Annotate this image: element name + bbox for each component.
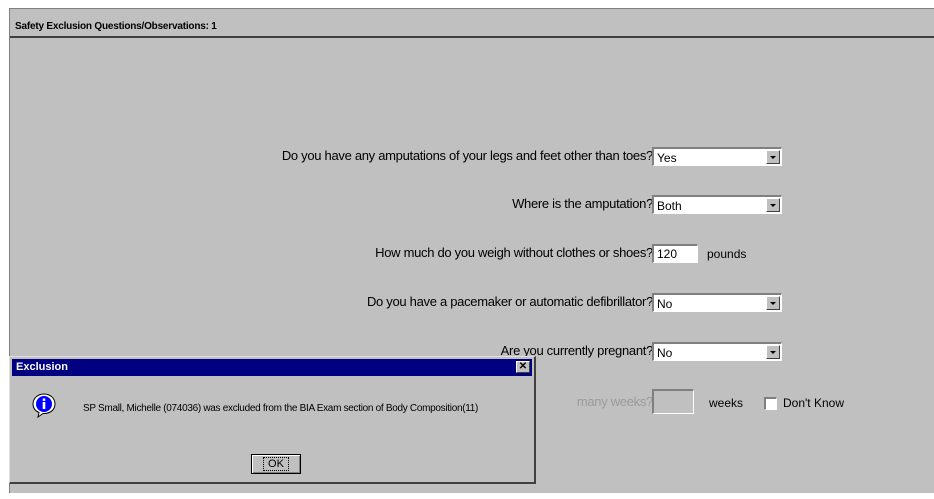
amputation-location-value: Both <box>657 199 682 213</box>
question-amputation-location-label: Where is the amputation? <box>512 196 653 211</box>
pacemaker-value: No <box>657 297 673 311</box>
question-amputations-label: Do you have any amputations of your legs… <box>281 148 653 163</box>
chevron-down-icon[interactable] <box>766 150 780 164</box>
info-icon <box>32 393 56 418</box>
dont-know-label: Don't Know <box>783 396 844 410</box>
pacemaker-dropdown[interactable]: No <box>652 293 782 312</box>
question-pacemaker-label: Do you have a pacemaker or automatic def… <box>366 294 653 309</box>
weeks-unit: weeks <box>709 396 744 410</box>
chevron-down-icon[interactable] <box>766 345 780 359</box>
pregnant-dropdown[interactable]: No <box>652 342 782 361</box>
weight-unit: pounds <box>707 247 747 261</box>
weight-input[interactable]: 120 <box>652 244 698 263</box>
exclusion-dialog: Exclusion ✕ SP Small, Michelle (074036) … <box>9 356 536 484</box>
chevron-down-icon[interactable] <box>766 296 780 310</box>
panel-title: Safety Exclusion Questions/Observations:… <box>15 21 217 32</box>
pregnant-value: No <box>657 346 673 360</box>
ok-button[interactable]: OK <box>251 454 301 474</box>
dialog-titlebar[interactable]: Exclusion ✕ <box>12 359 532 376</box>
close-icon[interactable]: ✕ <box>516 361 530 373</box>
ok-button-label: OK <box>263 457 289 471</box>
dont-know-checkbox[interactable] <box>764 397 777 410</box>
weeks-input[interactable] <box>652 389 694 414</box>
dialog-message: SP Small, Michelle (074036) was excluded… <box>83 403 479 414</box>
question-weeks-label: many weeks? <box>576 394 653 409</box>
title-divider <box>10 36 934 38</box>
dialog-title: Exclusion <box>16 361 68 373</box>
chevron-down-icon[interactable] <box>766 198 780 212</box>
question-weight-label: How much do you weigh without clothes or… <box>375 245 653 260</box>
amputations-dropdown[interactable]: Yes <box>652 147 782 166</box>
amputation-location-dropdown[interactable]: Both <box>652 195 782 214</box>
amputations-value: Yes <box>657 151 677 165</box>
